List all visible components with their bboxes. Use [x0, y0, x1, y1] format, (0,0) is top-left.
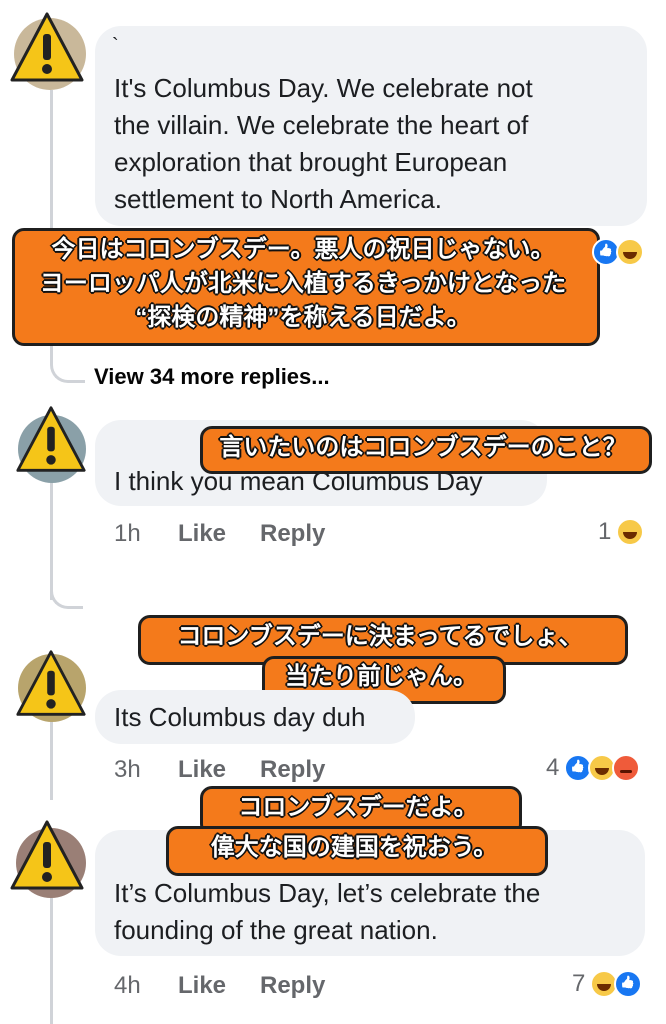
- comment-text: It's Columbus Day. We celebrate not: [114, 73, 533, 103]
- thread-line: [50, 720, 53, 800]
- comment-actions: 1h Like Reply: [114, 520, 634, 550]
- thread-connector: [50, 560, 83, 609]
- warning-icon: [16, 650, 86, 716]
- translation-text: コロンブスデーに決まってるでしょ、: [177, 623, 583, 650]
- haha-icon: [616, 518, 645, 546]
- reply-button[interactable]: Reply: [260, 756, 325, 784]
- like-button[interactable]: Like: [178, 972, 226, 1000]
- warning-icon: [10, 12, 84, 82]
- comment-actions: 4h Like Reply: [114, 972, 534, 1002]
- reply-button[interactable]: Reply: [260, 520, 325, 548]
- reaction-summary[interactable]: 4: [546, 754, 641, 782]
- translation-text: “探検の精神”を称える日だよ。: [135, 304, 471, 331]
- warning-icon: [16, 406, 86, 472]
- translation-text: 当たり前じゃん。: [285, 663, 477, 690]
- comment-time[interactable]: 3h: [114, 756, 141, 784]
- like-button[interactable]: Like: [178, 756, 226, 784]
- reaction-summary[interactable]: 1: [598, 518, 645, 546]
- translation-text: 偉大な国の建国を祝おう。: [210, 834, 498, 861]
- reaction-summary[interactable]: 7: [572, 970, 643, 998]
- like-icon: [614, 970, 643, 998]
- comment-text: founding of the great nation.: [114, 915, 438, 945]
- comment-text: It’s Columbus Day, let’s celebrate the: [114, 878, 541, 908]
- translation-text: コロンブスデーだよ。: [238, 794, 478, 821]
- translation-text: 今日はコロンブスデー。悪人の祝日じゃない。: [51, 236, 555, 263]
- comment-author-mark: `: [112, 35, 119, 57]
- comment-text: the villain. We celebrate the heart of: [114, 110, 529, 140]
- comment-text: Its Columbus day duh: [114, 702, 366, 732]
- comment-text: exploration that brought European: [114, 147, 508, 177]
- comment-text: settlement to North America.: [114, 184, 443, 214]
- reaction-count: 1: [598, 518, 612, 545]
- view-more-replies-link[interactable]: View 34 more replies...: [94, 364, 330, 390]
- haha-icon: [616, 238, 644, 266]
- comment-actions: 3h Like Reply: [114, 756, 534, 786]
- reaction-summary[interactable]: [592, 238, 644, 266]
- comment-time[interactable]: 1h: [114, 520, 141, 548]
- translation-text: ヨーロッパ人が北米に入植するきっかけとなった: [39, 270, 567, 297]
- thread-line: [50, 890, 53, 1024]
- warning-icon: [10, 820, 84, 890]
- reply-button[interactable]: Reply: [260, 972, 325, 1000]
- comment-time[interactable]: 4h: [114, 972, 141, 1000]
- reaction-count: 7: [572, 970, 586, 997]
- translation-text: 言いたいのはコロンブスデーのこと？: [219, 434, 627, 461]
- angry-icon: [612, 754, 641, 782]
- like-button[interactable]: Like: [178, 520, 226, 548]
- reaction-count: 4: [546, 754, 560, 781]
